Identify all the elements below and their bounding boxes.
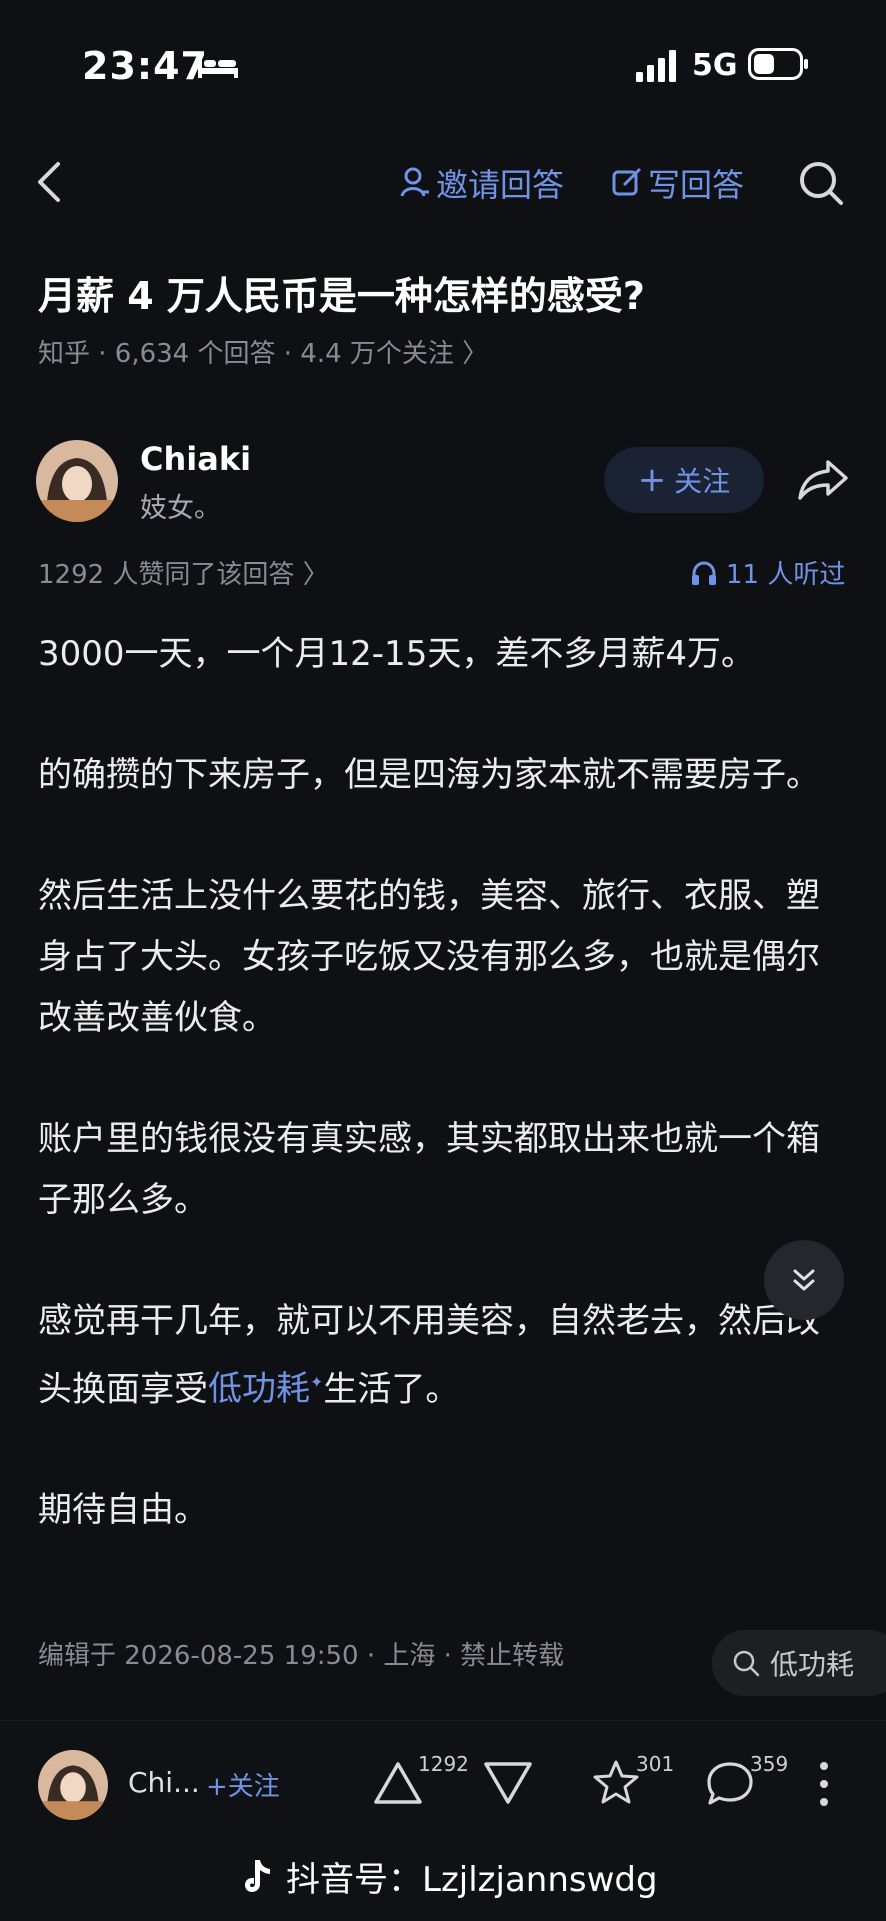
avatar[interactable]: [38, 1750, 108, 1820]
comment-count: 359: [750, 1752, 789, 1776]
follow-label: 关注: [674, 465, 731, 498]
upvote-count: 1292: [418, 1752, 469, 1776]
signal-icon: [636, 50, 676, 82]
star-icon: [593, 1760, 639, 1804]
douyin-logo-icon: [245, 1859, 270, 1892]
author-bio: 妓女。: [140, 493, 221, 524]
write-answer-label: 写回答: [648, 166, 745, 204]
question-meta[interactable]: 知乎 · 6,634 个回答 · 4.4 万个关注 〉: [38, 333, 488, 370]
search-icon[interactable]: [796, 158, 846, 208]
sparkle-icon: ✦: [310, 1373, 324, 1392]
bed-icon: [198, 56, 238, 78]
listen-button[interactable]: 11 人听过: [690, 554, 845, 591]
question-title[interactable]: 月薪 4 万人民币是一种怎样的感受?: [38, 265, 645, 320]
invite-answer-button[interactable]: 邀请回答: [400, 160, 564, 206]
comment-icon: [707, 1762, 753, 1805]
author-name[interactable]: Chiaki: [140, 440, 251, 478]
back-icon[interactable]: [30, 158, 70, 206]
keyword-text: 低功耗: [208, 1369, 310, 1410]
search-icon: [733, 1650, 760, 1677]
paragraph: 3000一天，一个月12-15天，差不多月薪4万。: [38, 634, 755, 674]
share-icon[interactable]: [796, 454, 852, 504]
network-type: 5G: [692, 48, 738, 83]
more-icon[interactable]: [818, 1760, 830, 1808]
scroll-down-button[interactable]: [764, 1240, 844, 1320]
bottom-follow-button[interactable]: +关注: [206, 1766, 280, 1803]
keyword-link[interactable]: 低功耗✦: [208, 1369, 323, 1409]
watermark-text: 抖音号：Lzjlzjannswdg: [286, 1860, 658, 1900]
paragraph-text: 生活了。: [323, 1369, 460, 1410]
invite-answer-label: 邀请回答: [436, 166, 565, 204]
paragraph: 感觉再干几年，就可以不用美容，自然老去，然后改头换面享受低功耗✦生活了。: [38, 1291, 848, 1420]
triangle-down-icon: [484, 1762, 532, 1804]
triangle-up-icon: [374, 1762, 422, 1804]
battery-icon: [748, 48, 808, 80]
user-icon: [400, 167, 429, 197]
paragraph: 然后生活上没什么要花的钱，美容、旅行、衣服、塑身占了大头。女孩子吃饭又没有那么多…: [38, 876, 820, 1038]
comment-button[interactable]: 359: [704, 1752, 788, 1808]
paragraph: 的确攒的下来房子，但是四海为家本就不需要房子。: [38, 755, 820, 795]
upvote-button[interactable]: 1292: [372, 1752, 469, 1808]
edit-info: 编辑于 2026-08-25 19:50 · 上海 · 禁止转载: [38, 1641, 565, 1671]
paragraph: 账户里的钱很没有真实感，其实都取出来也就一个箱子那么多。: [38, 1119, 820, 1220]
likes-summary[interactable]: 1292 人赞同了该回答 〉: [38, 554, 329, 591]
answer-body: 3000一天，一个月12-15天，差不多月薪4万。 的确攒的下来房子，但是四海为…: [38, 624, 848, 1601]
listen-count: 11 人听过: [726, 560, 846, 590]
downvote-button[interactable]: [482, 1758, 534, 1808]
bottom-author-name[interactable]: Chi...: [128, 1766, 200, 1799]
douyin-watermark: 抖音号：Lzjlzjannswdg: [242, 1852, 658, 1901]
favorite-button[interactable]: 301: [590, 1752, 674, 1808]
headphones-icon: [692, 560, 716, 585]
avatar[interactable]: [36, 440, 118, 522]
double-chevron-down-icon: [793, 1269, 815, 1291]
keyword-search-chip[interactable]: 低功耗: [712, 1630, 886, 1696]
paragraph: 期待自由。: [38, 1490, 208, 1531]
plus-icon: +: [637, 460, 667, 500]
edit-icon: [612, 167, 642, 196]
write-answer-button[interactable]: 写回答: [612, 160, 744, 206]
keyword-chip-label: 低功耗: [770, 1648, 855, 1681]
status-time: 23:47: [82, 44, 208, 88]
favorite-count: 301: [636, 1752, 675, 1776]
follow-button[interactable]: + 关注: [604, 447, 764, 513]
